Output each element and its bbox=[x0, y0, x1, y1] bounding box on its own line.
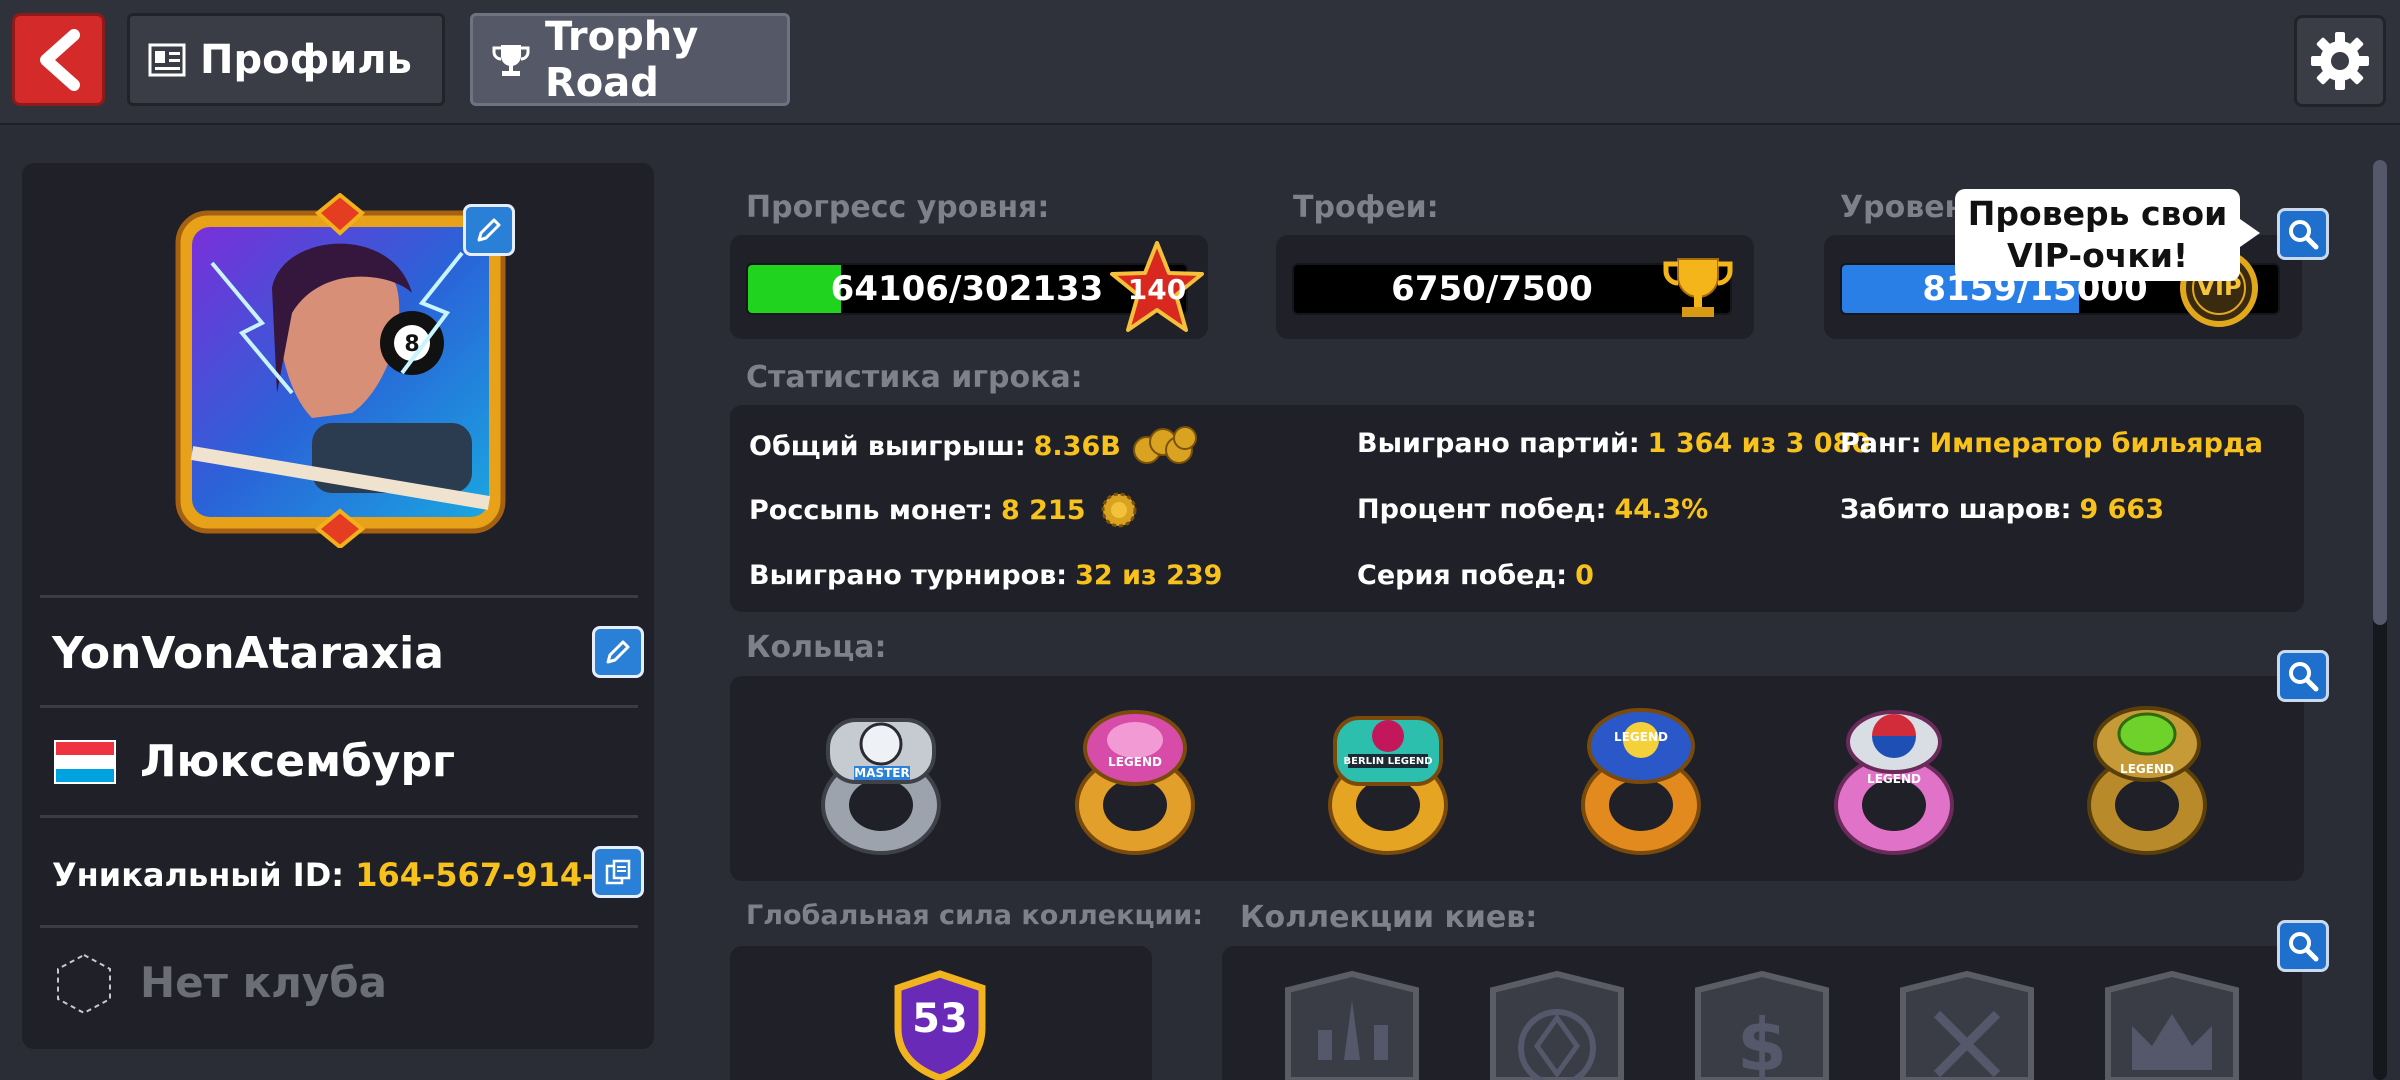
berlin-legend-ring-text: BERLIN LEGEND bbox=[1343, 756, 1433, 767]
total-winnings-label: Общий выигрыш: bbox=[749, 430, 1026, 462]
rings-label: Кольца: bbox=[746, 630, 887, 665]
vip-tooltip: Проверь свои VIP-очки! bbox=[1955, 189, 2260, 281]
vip-info-button[interactable] bbox=[2277, 208, 2329, 260]
balls-potted-label: Забито шаров: bbox=[1840, 494, 2072, 525]
win-streak-value: 0 bbox=[1575, 560, 1594, 591]
scrollbar-thumb[interactable] bbox=[2373, 160, 2387, 625]
level-progress-panel: 64106/302133 140 bbox=[730, 235, 1208, 339]
legend-ring-pink-icon[interactable]: LEGEND bbox=[1060, 700, 1210, 860]
top-bar: Профиль Trophy Road bbox=[0, 0, 2400, 125]
collection-dollar-icon[interactable]: $ bbox=[1688, 970, 1836, 1080]
coin-stack-icon bbox=[1132, 426, 1197, 464]
games-won-stat: Выиграно партий: 1 364 из 3 080 bbox=[1357, 428, 1870, 459]
win-rate-stat: Процент побед: 44.3% bbox=[1357, 494, 1708, 525]
win-rate-label: Процент побед: bbox=[1357, 494, 1607, 525]
total-winnings-value: 8.36B bbox=[1033, 430, 1121, 462]
scrollbar[interactable] bbox=[2373, 160, 2387, 1080]
rank-value: Император бильярда bbox=[1929, 428, 2263, 459]
win-rate-value: 44.3% bbox=[1614, 494, 1709, 525]
gear-icon bbox=[2311, 32, 2369, 90]
collection-power-value: 53 bbox=[912, 996, 968, 1042]
win-streak-stat: Серия побед: 0 bbox=[1357, 560, 1594, 591]
balls-potted-stat: Забито шаров: 9 663 bbox=[1840, 494, 2164, 525]
cue-collections-label: Коллекции киев: bbox=[1240, 900, 1538, 935]
master-ring-text: MASTER bbox=[854, 766, 910, 780]
legend-ring-orange-text: LEGEND bbox=[1614, 730, 1668, 744]
trophies-panel: 6750/7500 bbox=[1276, 235, 1754, 339]
collection-power-label: Глобальная сила коллекции: bbox=[746, 900, 1204, 931]
legend-ring-green-text: LEGEND bbox=[2120, 762, 2174, 776]
balls-potted-value: 9 663 bbox=[2079, 494, 2164, 525]
edit-name-button[interactable] bbox=[592, 626, 644, 678]
rings-panel bbox=[730, 676, 2304, 881]
profile-card-icon bbox=[148, 43, 186, 77]
coin-spray-value: 8 215 bbox=[1000, 494, 1086, 526]
settings-button[interactable] bbox=[2294, 15, 2386, 107]
copy-id-button[interactable] bbox=[592, 846, 644, 898]
total-winnings-stat: Общий выигрыш: 8.36B bbox=[749, 424, 1199, 468]
games-won-label: Выиграно партий: bbox=[1357, 428, 1640, 459]
unique-id-value: 164-567-914-3 bbox=[355, 856, 618, 894]
country-name: Люксембург bbox=[140, 736, 455, 787]
tournaments-won-stat: Выиграно турниров: 32 из 239 bbox=[749, 560, 1222, 591]
coin-spray-label: Россыпь монет: bbox=[749, 494, 993, 526]
back-button[interactable] bbox=[12, 13, 105, 106]
rank-label: Ранг: bbox=[1840, 428, 1922, 459]
player-name-row: YonVonAtaraxia bbox=[40, 595, 644, 705]
vip-tooltip-line1: Проверь свои bbox=[1967, 194, 2228, 233]
rings-info-button[interactable] bbox=[2277, 650, 2329, 702]
pencil-icon bbox=[477, 218, 501, 242]
legend-ring-green-icon[interactable]: LEGEND bbox=[2072, 700, 2222, 860]
trophies-label: Трофеи: bbox=[1293, 190, 1439, 225]
back-arrow-icon bbox=[39, 28, 80, 91]
rank-stat: Ранг: Император бильярда bbox=[1840, 428, 2263, 459]
player-stats-label: Статистика игрока: bbox=[746, 360, 1083, 395]
level-number: 140 bbox=[1127, 273, 1187, 306]
luxembourg-flag-icon bbox=[54, 740, 116, 784]
legend-ring-korea-text: LEGEND bbox=[1867, 772, 1921, 786]
club-name: Нет клуба bbox=[140, 958, 387, 1007]
coin-icon bbox=[1101, 492, 1137, 528]
country-row: Люксембург bbox=[40, 705, 638, 815]
legend-ring-korea-icon[interactable]: LEGEND bbox=[1819, 700, 1969, 860]
edit-avatar-button[interactable] bbox=[463, 204, 515, 256]
unique-id-label: Уникальный ID: bbox=[52, 856, 345, 894]
master-ring-icon[interactable]: MASTER bbox=[806, 700, 956, 860]
tournaments-won-value: 32 из 239 bbox=[1075, 560, 1223, 591]
collection-swords-icon[interactable] bbox=[1893, 970, 2041, 1080]
legend-ring-orange-icon[interactable]: LEGEND bbox=[1566, 700, 1716, 860]
pencil-icon bbox=[606, 640, 630, 664]
cue-collections-info-button[interactable] bbox=[2277, 920, 2329, 972]
profile-card: 8 YonVonAtaraxia Люксембург Уникальный I… bbox=[22, 163, 654, 1049]
player-name: YonVonAtaraxia bbox=[52, 628, 444, 679]
collection-crown-icon[interactable] bbox=[2098, 970, 2246, 1080]
magnifier-icon bbox=[2289, 220, 2319, 250]
level-progress-label: Прогресс уровня: bbox=[746, 190, 1050, 225]
collection-power-panel: 53 bbox=[730, 946, 1152, 1080]
tab-trophy-road-label: Trophy Road bbox=[545, 13, 699, 106]
club-placeholder-icon bbox=[57, 953, 111, 1015]
magnifier-icon bbox=[2289, 662, 2319, 692]
tab-trophy-road[interactable]: Trophy Road bbox=[470, 13, 790, 106]
avatar[interactable]: 8 bbox=[172, 192, 509, 550]
unique-id-row: Уникальный ID: 164-567-914-3 bbox=[40, 815, 644, 925]
vip-tooltip-line2: VIP-очки! bbox=[2006, 236, 2189, 275]
gold-trophy-icon bbox=[1663, 258, 1733, 317]
magnifier-icon bbox=[2289, 932, 2319, 962]
unique-id: Уникальный ID: 164-567-914-3 bbox=[52, 856, 618, 894]
collection-diamond-icon[interactable] bbox=[1483, 970, 1631, 1080]
svg-text:$: $ bbox=[1737, 1003, 1787, 1080]
win-streak-label: Серия побед: bbox=[1357, 560, 1568, 591]
tab-profile-label: Профиль bbox=[200, 36, 412, 83]
club-row[interactable]: Нет клуба bbox=[40, 925, 638, 1035]
games-won-value: 1 364 из 3 080 bbox=[1647, 428, 1871, 459]
collection-landmarks-icon[interactable] bbox=[1278, 970, 1426, 1080]
tab-profile[interactable]: Профиль bbox=[127, 13, 445, 106]
tournaments-won-label: Выиграно турниров: bbox=[749, 560, 1068, 591]
legend-ring-pink-text: LEGEND bbox=[1108, 755, 1162, 769]
coin-spray-stat: Россыпь монет: 8 215 bbox=[749, 490, 1139, 530]
trophy-icon bbox=[491, 42, 531, 78]
berlin-legend-ring-icon[interactable]: BERLIN LEGEND bbox=[1313, 700, 1463, 860]
copy-icon bbox=[605, 859, 631, 885]
